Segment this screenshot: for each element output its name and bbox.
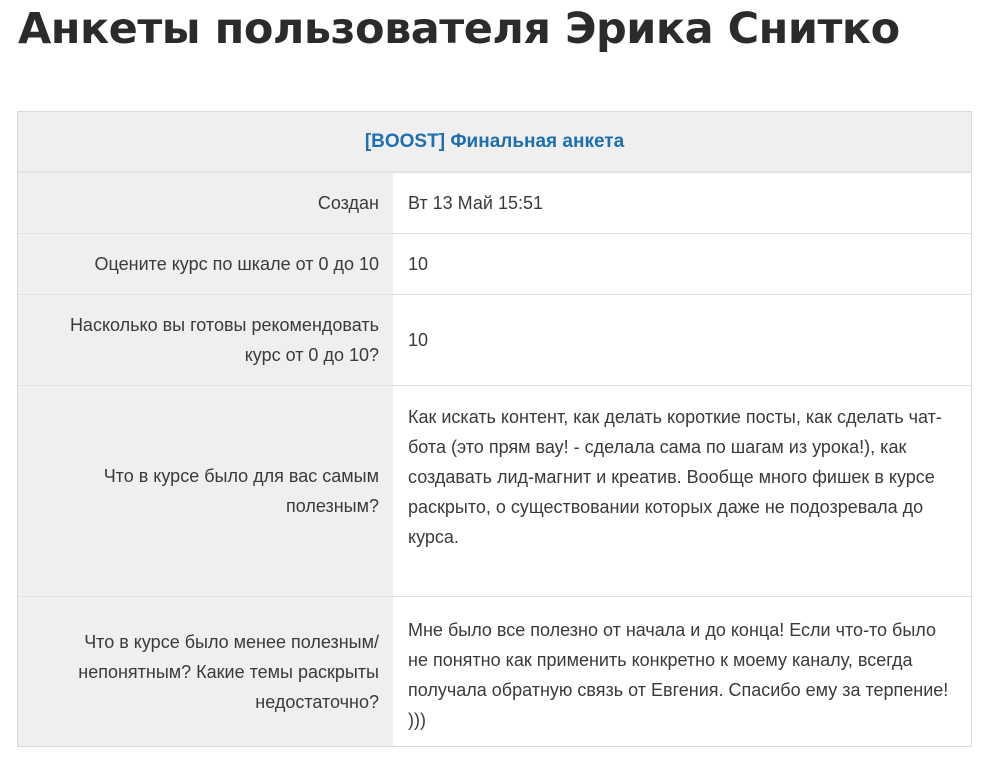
less-useful-label: Что в курсе было менее полезным/непонятн… <box>78 631 379 712</box>
page-title: Анкеты пользователя Эрика Снитко <box>18 4 900 54</box>
recommend-value: 10 <box>408 330 429 350</box>
table-row: Что в курсе было для вас самым полезным?… <box>18 385 971 596</box>
rating-label: Оцените курс по шкале от 0 до 10 <box>94 254 379 274</box>
row-value: Как искать контент, как делать короткие … <box>393 386 971 596</box>
survey-table: [BOOST] Финальная анкета Создан Вт 13 Ма… <box>17 111 972 747</box>
row-label: Насколько вы готовы рекомендовать курс о… <box>18 295 393 385</box>
most-useful-value: Как искать контент, как делать короткие … <box>408 407 942 547</box>
table-row: Создан Вт 13 Май 15:51 <box>18 172 971 233</box>
row-value: Мне было все полезно от начала и до конц… <box>393 597 971 746</box>
created-value: Вт 13 Май 15:51 <box>408 193 543 213</box>
rating-value: 10 <box>408 254 429 274</box>
created-label: Создан <box>317 193 379 213</box>
row-label: Оцените курс по шкале от 0 до 10 <box>18 234 393 294</box>
row-label: Что в курсе было менее полезным/непонятн… <box>18 597 393 746</box>
row-value: 10 <box>393 234 971 294</box>
less-useful-value: Мне было все полезно от начала и до конц… <box>408 620 949 730</box>
row-value: Вт 13 Май 15:51 <box>393 173 971 233</box>
recommend-label: Насколько вы готовы рекомендовать курс о… <box>69 315 379 365</box>
survey-title-link[interactable]: [BOOST] Финальная анкета <box>365 131 624 153</box>
row-label: Что в курсе было для вас самым полезным? <box>18 386 393 596</box>
table-row: Оцените курс по шкале от 0 до 10 10 <box>18 233 971 294</box>
table-row: Насколько вы готовы рекомендовать курс о… <box>18 294 971 385</box>
table-row: Что в курсе было менее полезным/непонятн… <box>18 596 971 746</box>
survey-header: [BOOST] Финальная анкета <box>18 112 971 172</box>
most-useful-label: Что в курсе было для вас самым полезным? <box>103 466 379 516</box>
row-label: Создан <box>18 173 393 233</box>
row-value: 10 <box>393 295 971 385</box>
